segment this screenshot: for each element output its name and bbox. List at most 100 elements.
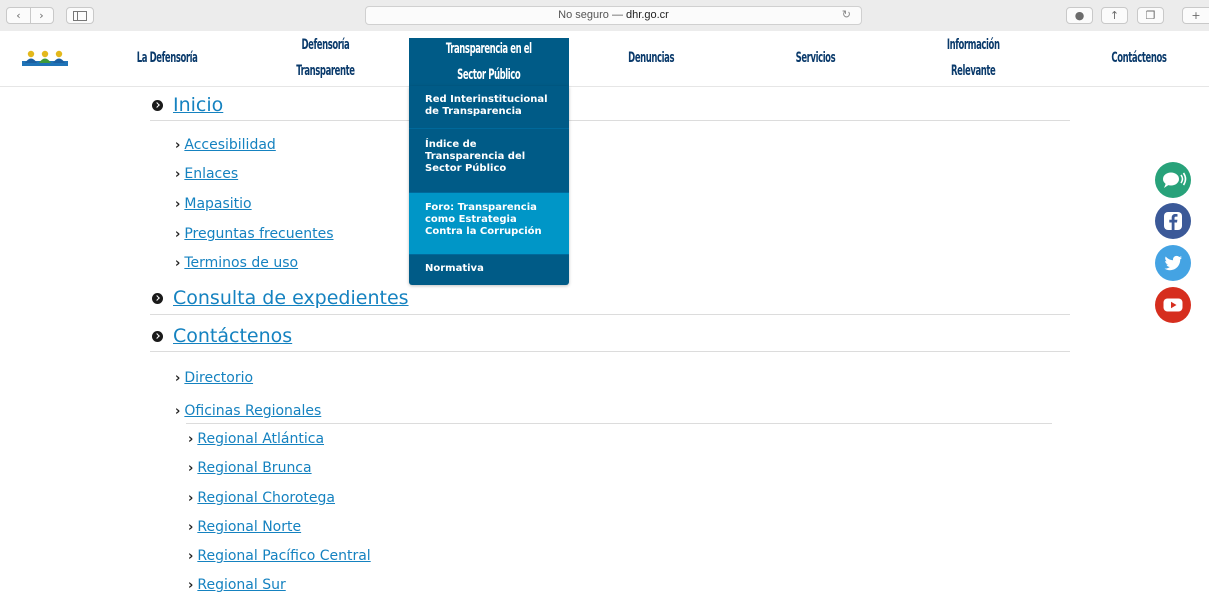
chevron-right-icon: › — [175, 227, 181, 242]
sidebar-toggle-button[interactable] — [66, 7, 94, 24]
link-text[interactable]: Terminos de uso — [184, 255, 298, 271]
dropdown-label-line1: Normativa — [425, 263, 484, 274]
facebook-icon[interactable] — [1155, 203, 1191, 239]
link-text[interactable]: Enlaces — [184, 166, 238, 182]
link-regional-sur[interactable]: › Regional Sur — [188, 577, 286, 593]
dropdown-label-line2: como Estrategia — [425, 214, 517, 225]
section-inicio[interactable]: Inicio — [152, 94, 223, 116]
link-text[interactable]: Regional Atlántica — [197, 431, 324, 447]
chevron-right-icon: › — [175, 256, 181, 271]
facebook-glyph-icon — [1164, 212, 1182, 230]
nav-denuncias[interactable]: Denuncias — [596, 31, 706, 86]
section-link[interactable]: Contáctenos — [173, 325, 292, 347]
dropdown-label-line3: Contra la Corrupción — [425, 226, 542, 237]
chevron-right-icon: › — [188, 461, 194, 476]
link-terminos-de-uso[interactable]: › Terminos de uso — [175, 255, 298, 271]
reload-icon[interactable]: ↻ — [842, 7, 851, 24]
tabs-icon: ❐ — [1145, 9, 1156, 22]
tabs-button[interactable]: ❐ — [1137, 7, 1164, 24]
dropdown-item-red-interinstitucional[interactable]: Red Interinstitucional de Transparencia — [409, 86, 569, 128]
link-text[interactable]: Regional Chorotega — [197, 490, 335, 506]
downloads-button[interactable]: ● — [1066, 7, 1093, 24]
nav-label: Contáctenos — [1111, 50, 1167, 66]
link-text[interactable]: Accesibilidad — [184, 137, 275, 153]
link-regional-pacifico-central[interactable]: › Regional Pacífico Central — [188, 548, 371, 564]
section-link[interactable]: Consulta de expedientes — [173, 287, 409, 309]
chevron-right-icon: › — [175, 371, 181, 386]
section-consulta-expedientes[interactable]: Consulta de expedientes — [152, 287, 409, 309]
link-mapasitio[interactable]: › Mapasitio — [175, 196, 252, 212]
nav-label-line1: Defensoría — [301, 37, 349, 53]
chevron-right-icon: › — [175, 404, 181, 419]
link-regional-norte[interactable]: › Regional Norte — [188, 519, 301, 535]
section-link[interactable]: Inicio — [173, 94, 223, 116]
chevron-right-icon: › — [188, 520, 194, 535]
divider — [150, 120, 1070, 121]
nav-defensoria-transparente[interactable]: Defensoría Transparente — [262, 31, 388, 86]
divider — [30, 8, 31, 23]
new-tab-button[interactable]: + — [1182, 7, 1209, 24]
bullet-icon — [152, 293, 163, 304]
address-bar[interactable]: No seguro — dhr.go.cr ↻ — [365, 6, 862, 25]
nav-label: Denuncias — [628, 50, 674, 66]
chevron-right-icon: › — [188, 578, 194, 593]
chevron-right-icon: › — [175, 167, 181, 182]
chat-bubble-icon — [1163, 172, 1187, 188]
dropdown-label-line2: de Transparencia — [425, 106, 522, 117]
nav-servicios[interactable]: Servicios — [760, 31, 870, 86]
dropdown-label-line2: Transparencia del — [425, 151, 526, 162]
chat-icon[interactable] — [1155, 162, 1191, 198]
link-text[interactable]: Oficinas Regionales — [184, 403, 321, 419]
defensoria-logo[interactable] — [22, 50, 68, 68]
link-text[interactable]: Regional Norte — [197, 519, 301, 535]
chevron-right-icon: › — [188, 491, 194, 506]
chevron-right-icon: › — [175, 138, 181, 153]
nav-label-line1: Transparencia en el — [446, 40, 532, 57]
back-forward-buttons[interactable]: ‹ › — [6, 7, 54, 24]
link-preguntas-frecuentes[interactable]: › Preguntas frecuentes — [175, 226, 334, 242]
link-oficinas-regionales[interactable]: › Oficinas Regionales — [175, 403, 321, 419]
twitter-icon[interactable] — [1155, 245, 1191, 281]
divider — [150, 314, 1070, 315]
nav-la-defensoria[interactable]: La Defensoría — [112, 31, 222, 86]
link-directorio[interactable]: › Directorio — [175, 370, 253, 386]
link-text[interactable]: Regional Pacífico Central — [197, 548, 370, 564]
link-text[interactable]: Regional Sur — [197, 577, 285, 593]
transparencia-dropdown-menu: Red Interinstitucional de Transparencia … — [409, 86, 569, 285]
link-text[interactable]: Preguntas frecuentes — [184, 226, 333, 242]
nav-label: La Defensoría — [136, 50, 198, 66]
youtube-icon[interactable] — [1155, 287, 1191, 323]
link-regional-atlantica[interactable]: › Regional Atlántica — [188, 431, 324, 447]
link-enlaces[interactable]: › Enlaces — [175, 166, 238, 182]
divider — [186, 423, 1052, 424]
share-button[interactable]: ↑ — [1101, 7, 1128, 24]
chevron-right-icon[interactable]: › — [30, 8, 53, 23]
link-text[interactable]: Mapasitio — [184, 196, 251, 212]
dropdown-item-normativa[interactable]: Normativa — [409, 254, 569, 285]
bullet-icon — [152, 331, 163, 342]
dropdown-label-line3: Sector Público — [425, 163, 507, 174]
youtube-play-icon — [1163, 298, 1183, 312]
chevron-left-icon[interactable]: ‹ — [7, 8, 30, 23]
nav-transparencia-sector-publico[interactable]: Transparencia en el Sector Público — [409, 38, 569, 86]
link-regional-brunca[interactable]: › Regional Brunca — [188, 460, 312, 476]
dropdown-item-indice-transparencia[interactable]: Índice de Transparencia del Sector Públi… — [409, 128, 569, 192]
chevron-right-icon: › — [188, 549, 194, 564]
chevron-right-icon: › — [188, 432, 194, 447]
dropdown-item-foro-transparencia[interactable]: Foro: Transparencia como Estrategia Cont… — [409, 192, 569, 254]
download-icon: ● — [1074, 9, 1085, 22]
dropdown-label-line1: Foro: Transparencia — [425, 202, 537, 213]
nav-contactenos[interactable]: Contáctenos — [1080, 31, 1198, 86]
link-text[interactable]: Directorio — [184, 370, 253, 386]
section-contactenos[interactable]: Contáctenos — [152, 325, 292, 347]
nav-informacion-relevante[interactable]: Información Relevante — [910, 31, 1036, 86]
sidebar-icon — [73, 11, 87, 21]
link-accesibilidad[interactable]: › Accesibilidad — [175, 137, 276, 153]
bullet-icon — [152, 100, 163, 111]
chevron-right-icon: › — [175, 197, 181, 212]
link-text[interactable]: Regional Brunca — [197, 460, 311, 476]
main-navigation: La Defensoría Defensoría Transparente Tra… — [0, 31, 1209, 87]
nav-label-line1: Información — [946, 37, 1000, 53]
link-regional-chorotega[interactable]: › Regional Chorotega — [188, 490, 335, 506]
dropdown-label-line1: Red Interinstitucional — [425, 94, 548, 105]
